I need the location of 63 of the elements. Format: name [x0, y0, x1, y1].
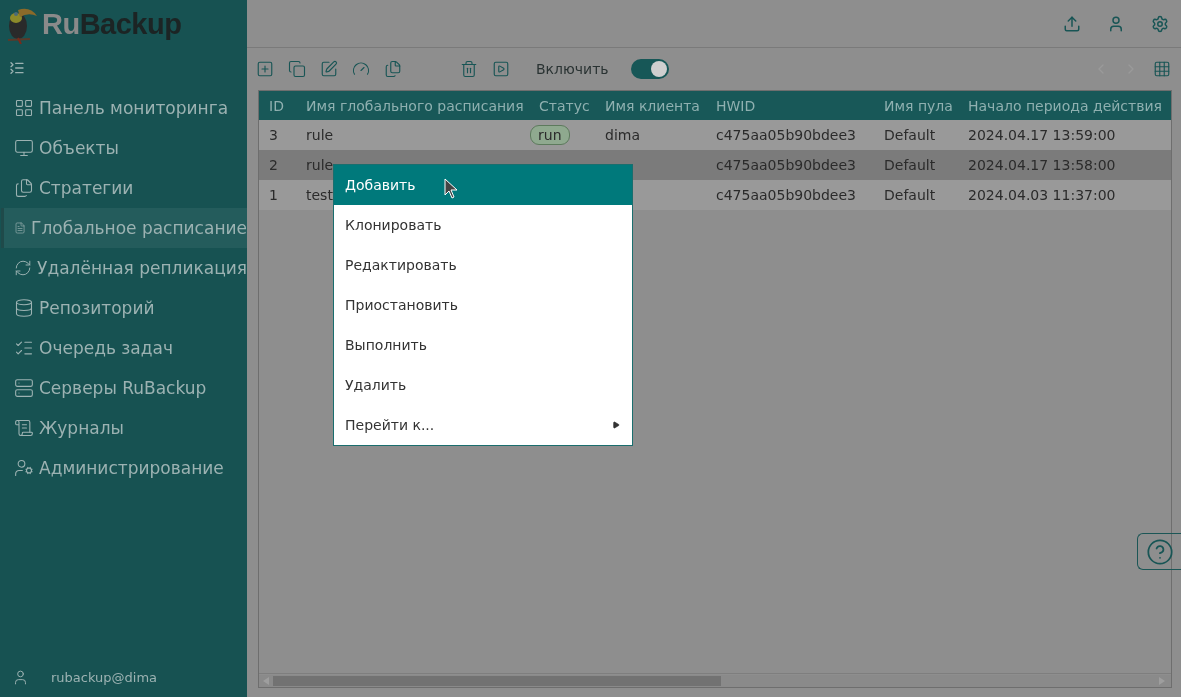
- table-cell: 2024.04.03 11:37:00: [968, 187, 1116, 203]
- upload-icon[interactable]: [1063, 14, 1081, 33]
- cursor-icon: [444, 178, 458, 199]
- sidebar-item[interactable]: Удалённая репликация: [1, 248, 247, 288]
- gauge-icon[interactable]: [352, 60, 370, 78]
- table-cell: c475aa05b90bdee3: [716, 187, 856, 203]
- sidebar-item-icon: [14, 258, 33, 278]
- copy-icon[interactable]: [288, 60, 306, 78]
- column-header[interactable]: Начало периода действия: [958, 91, 1171, 120]
- user-name: rubackup@dima: [51, 669, 158, 685]
- column-header[interactable]: Статус: [529, 91, 595, 120]
- settings-icon[interactable]: [1151, 14, 1169, 33]
- sidebar-item[interactable]: Панель мониторинга: [1, 88, 247, 128]
- sidebar-item[interactable]: Глобальное расписание: [1, 208, 247, 248]
- table-settings-icon[interactable]: [1153, 60, 1171, 78]
- table-cell: c475aa05b90bdee3: [716, 127, 856, 143]
- column-header[interactable]: ID: [259, 91, 296, 120]
- column-header[interactable]: HWID: [706, 91, 874, 120]
- table-cell: Default: [884, 187, 936, 203]
- sidebar-item[interactable]: Серверы RuBackup: [1, 368, 247, 408]
- sidebar-item-icon: [14, 138, 34, 158]
- column-header[interactable]: Имя пула: [874, 91, 958, 120]
- edit-icon[interactable]: [320, 60, 338, 78]
- menu-item[interactable]: Добавить: [334, 165, 632, 205]
- table-cell: Default: [884, 157, 936, 173]
- collapse-menu-icon[interactable]: [9, 60, 25, 76]
- run-icon[interactable]: [492, 60, 510, 78]
- table-cell: 3: [269, 127, 278, 143]
- table-cell: 2024.04.17 13:58:00: [968, 157, 1116, 173]
- table-cell: 2024.04.17 13:59:00: [968, 127, 1116, 143]
- toggle-label: Включить: [536, 61, 609, 77]
- sidebar-item-icon: [14, 178, 34, 198]
- submenu-arrow-icon: [612, 421, 620, 429]
- sidebar-item[interactable]: Репозиторий: [1, 288, 247, 328]
- sidebar-item[interactable]: Журналы: [1, 408, 247, 448]
- enable-toggle[interactable]: [630, 59, 669, 79]
- table-cell: 2: [269, 157, 278, 173]
- table-cell: test: [306, 187, 333, 203]
- table-cell: rule: [306, 157, 334, 173]
- sidebar-item-icon: [14, 458, 34, 478]
- table-cell: Default: [884, 127, 936, 143]
- sidebar-item-icon: [14, 418, 34, 438]
- column-header[interactable]: Имя клиента: [595, 91, 706, 120]
- status-badge: run: [530, 125, 570, 145]
- sidebar-item[interactable]: Администрирование: [1, 448, 247, 488]
- table-cell: c475aa05b90bdee3: [716, 157, 856, 173]
- help-button[interactable]: [1137, 533, 1181, 570]
- sidebar-item[interactable]: Объекты: [1, 128, 247, 168]
- sidebar-item[interactable]: Очередь задач: [1, 328, 247, 368]
- sidebar-item[interactable]: Стратегии: [1, 168, 247, 208]
- table-cell: 1: [269, 187, 278, 203]
- user-icon: [12, 668, 29, 686]
- table-row[interactable]: 3 rule run dima c475aa05b90bdee3 Default 2024.04.17 13:59:00: [259, 120, 1171, 150]
- table-cell: rule: [306, 127, 334, 143]
- user-icon[interactable]: [1107, 14, 1125, 33]
- sidebar-item-icon: [14, 378, 34, 398]
- add-icon[interactable]: [256, 60, 274, 78]
- sidebar-item-icon: [14, 298, 34, 318]
- sidebar-item-icon: [14, 98, 34, 118]
- column-header[interactable]: Имя глобального расписания: [296, 91, 529, 120]
- delete-icon[interactable]: [460, 60, 478, 78]
- table-cell: dima: [605, 127, 640, 143]
- files-icon[interactable]: [384, 60, 402, 78]
